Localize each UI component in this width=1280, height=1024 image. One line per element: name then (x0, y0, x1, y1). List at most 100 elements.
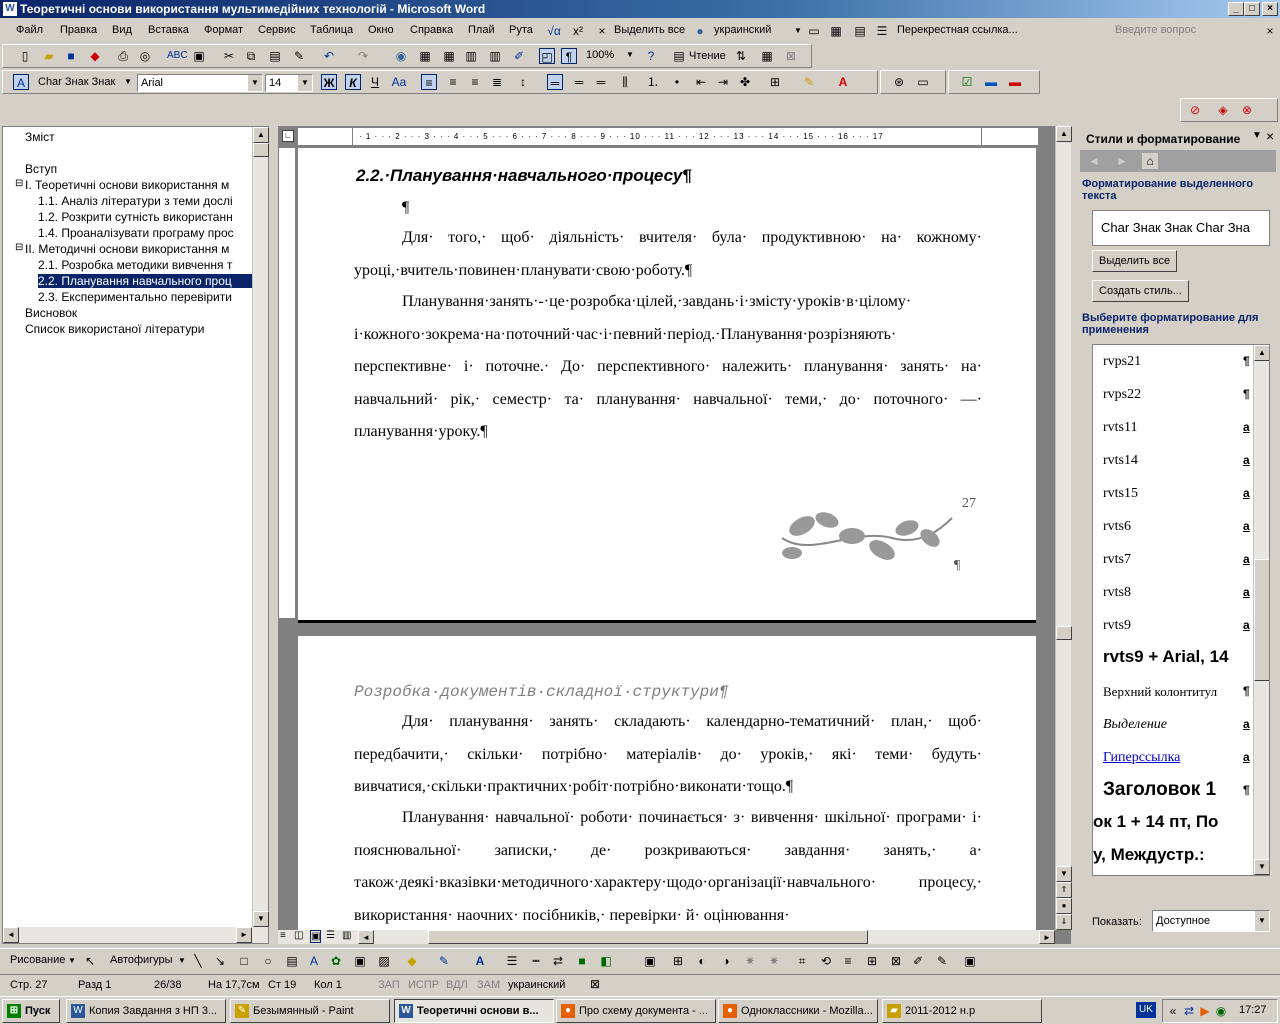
superscript-icon[interactable]: x² (570, 23, 586, 39)
frame-icon[interactable]: ▭ (915, 74, 931, 90)
document-map-icon[interactable]: ◰ (539, 48, 555, 64)
language-indicator[interactable]: UK (1136, 1002, 1156, 1018)
collapse-icon[interactable]: ⊟ (15, 242, 23, 253)
taskbar-button[interactable]: ▰ 2011-2012 н.р (882, 999, 1042, 1023)
menu-help[interactable]: Справка (410, 24, 453, 36)
find-icon[interactable]: ⊛ (891, 74, 907, 90)
drawing-menu[interactable]: Рисование (10, 954, 65, 966)
status-language[interactable]: украинский (508, 979, 565, 991)
paragraph[interactable]: Для· планування· занять· складають· кале… (354, 706, 982, 804)
bullets-icon[interactable]: • (669, 74, 685, 90)
next-page-icon[interactable]: ⇓ (1056, 914, 1072, 930)
style-item[interactable]: rvts6 (1103, 519, 1243, 535)
compress-icon[interactable]: ⊞ (864, 953, 880, 969)
style-list[interactable]: rvps21 ¶ rvps22 ¶ rvts11 a rvts14 a rvts… (1092, 344, 1270, 876)
docmap-item[interactable]: Зміст (25, 130, 55, 144)
drawing-icon[interactable]: ✐ (511, 48, 527, 64)
show-dropdown-icon[interactable]: ▼ (1255, 911, 1269, 931)
brightness-icon[interactable]: ◑ (718, 953, 734, 969)
maximize-button[interactable]: □ (1244, 2, 1260, 16)
style-item[interactable]: у, Междустр.: (1093, 845, 1243, 865)
format-painter-icon[interactable]: ✎ (291, 48, 307, 64)
normal-view-icon[interactable]: ≡ (280, 930, 286, 941)
crop-tool-icon[interactable]: ⌗ (794, 953, 810, 969)
scroll-up-icon[interactable]: ▲ (1056, 126, 1072, 142)
arrow-tool-icon[interactable]: ↘ (212, 953, 228, 969)
dash-style-icon[interactable]: ┅ (528, 953, 544, 969)
style-item[interactable]: ок 1 + 14 пт, По (1093, 812, 1243, 832)
menu-plai[interactable]: Плай (468, 24, 495, 36)
show-hide-icon[interactable]: ¶ (561, 48, 577, 64)
menu-edit[interactable]: Правка (60, 24, 97, 36)
fill-color-icon[interactable]: ◆ (404, 953, 420, 969)
font-size-select[interactable]: 14 ▼ (265, 74, 313, 92)
crossref-icon[interactable]: ☰ (874, 23, 890, 39)
columns-icon[interactable]: ▥ (487, 48, 503, 64)
text-direction-icon[interactable]: ⫼ (617, 74, 633, 90)
start-button[interactable]: ⊞ Пуск (2, 999, 60, 1023)
horizontal-ruler[interactable]: · 1 · · · 2 · · · 3 · · · 4 · · · 5 · · … (298, 128, 1038, 146)
web-icon[interactable]: ◈ (1215, 102, 1231, 118)
show-select[interactable]: Доступное ▼ (1152, 910, 1270, 932)
italic-button[interactable]: К (345, 74, 361, 90)
web-view-icon[interactable]: ◫ (294, 930, 303, 941)
style-item[interactable]: Верхний колонтитул (1103, 684, 1243, 700)
align-center-icon[interactable]: ≡ (445, 74, 461, 90)
reading-view-icon[interactable]: ▥ (342, 930, 351, 941)
cut-icon[interactable]: ✂ (221, 48, 237, 64)
scroll-up-icon[interactable]: ▲ (1254, 345, 1269, 361)
menu-table[interactable]: Таблица (310, 24, 353, 36)
docmap-vscroll[interactable]: ▲ ▼ (252, 127, 269, 927)
justify-icon[interactable]: ≣ (489, 74, 505, 90)
docmap-item[interactable]: Вступ (25, 162, 57, 176)
network-icon[interactable]: ⇄ (1181, 1003, 1197, 1019)
size-dropdown-icon[interactable]: ▼ (298, 75, 312, 91)
document-vscroll[interactable]: ▲ ▼ ⇑ ● ⇓ (1055, 126, 1072, 930)
paste-icon[interactable]: ▤ (267, 48, 283, 64)
format-picture-icon[interactable]: ✐ (910, 953, 926, 969)
transparent-icon[interactable]: ✎ (934, 953, 950, 969)
taskbar-button-active[interactable]: W Теоретичні основи в... (394, 999, 554, 1023)
line-tool-icon[interactable]: ╲ (190, 953, 206, 969)
style-item[interactable]: rvps21 (1103, 354, 1243, 370)
current-style-box[interactable]: Char Знак Знак Char Зна (1092, 210, 1270, 246)
browse-object-icon[interactable]: ● (1056, 898, 1072, 914)
style-item[interactable]: rvts9 (1103, 618, 1243, 634)
style-list-vscroll[interactable]: ▲ ▼ (1253, 345, 1269, 875)
ua-flag-icon[interactable]: ▬ (983, 74, 999, 90)
docmap-item[interactable]: 1.4. Проаналізувати програму прос (38, 226, 253, 240)
change-case-icon[interactable]: Aa (391, 74, 407, 90)
font-color-icon[interactable]: A (835, 74, 851, 90)
taskbar-button[interactable]: ● Про схему документа - ... (556, 999, 716, 1023)
permission-icon[interactable]: ◆ (87, 48, 103, 64)
language-globe-icon[interactable]: ● (692, 23, 708, 39)
zoom-dropdown-icon[interactable]: ▼ (623, 47, 637, 63)
scroll-right-icon[interactable]: ► (236, 927, 252, 943)
docmap-item[interactable]: 1.2. Розкрити сутність використанн (38, 210, 253, 224)
paragraph[interactable]: Для· того,· щоб· діяльність· вчителя· бу… (354, 222, 982, 287)
rotate-icon[interactable]: ⟲ (818, 953, 834, 969)
media-icon[interactable]: ▶ (1197, 1003, 1213, 1019)
sort-icon[interactable]: ⇅ (733, 48, 749, 64)
update-icon[interactable]: ◉ (1213, 1003, 1229, 1019)
font-dropdown-icon[interactable]: ▼ (248, 75, 262, 91)
styles-pane-icon[interactable]: A (13, 74, 29, 90)
diagram-icon[interactable]: ✿ (328, 953, 344, 969)
crossref-menu[interactable]: Перекрестная ссылка... (897, 24, 1018, 36)
hscroll-thumb[interactable] (428, 930, 868, 944)
reset-picture-icon[interactable]: ▣ (962, 953, 978, 969)
pane-close-icon[interactable]: × (1266, 128, 1274, 144)
brightness-down-icon[interactable]: ✷ (766, 953, 782, 969)
menu-insert[interactable]: Вставка (148, 24, 189, 36)
status-trk[interactable]: ИСПР (408, 979, 439, 991)
text-wrap-icon[interactable]: ⊠ (888, 953, 904, 969)
status-ovr[interactable]: ЗАМ (477, 979, 500, 991)
docmap-item[interactable]: 1.1. Аналіз літератури з теми дослі (38, 194, 253, 208)
vertical-ruler[interactable] (279, 148, 295, 618)
scroll-thumb[interactable] (1056, 626, 1072, 640)
style-select[interactable]: Char Знак Знак ▼ (35, 74, 135, 92)
scroll-down-icon[interactable]: ▼ (253, 911, 269, 927)
docmap-item[interactable]: Висновок (25, 306, 77, 320)
scroll-thumb[interactable] (1254, 559, 1269, 681)
menu-file[interactable]: Файл (16, 24, 43, 36)
